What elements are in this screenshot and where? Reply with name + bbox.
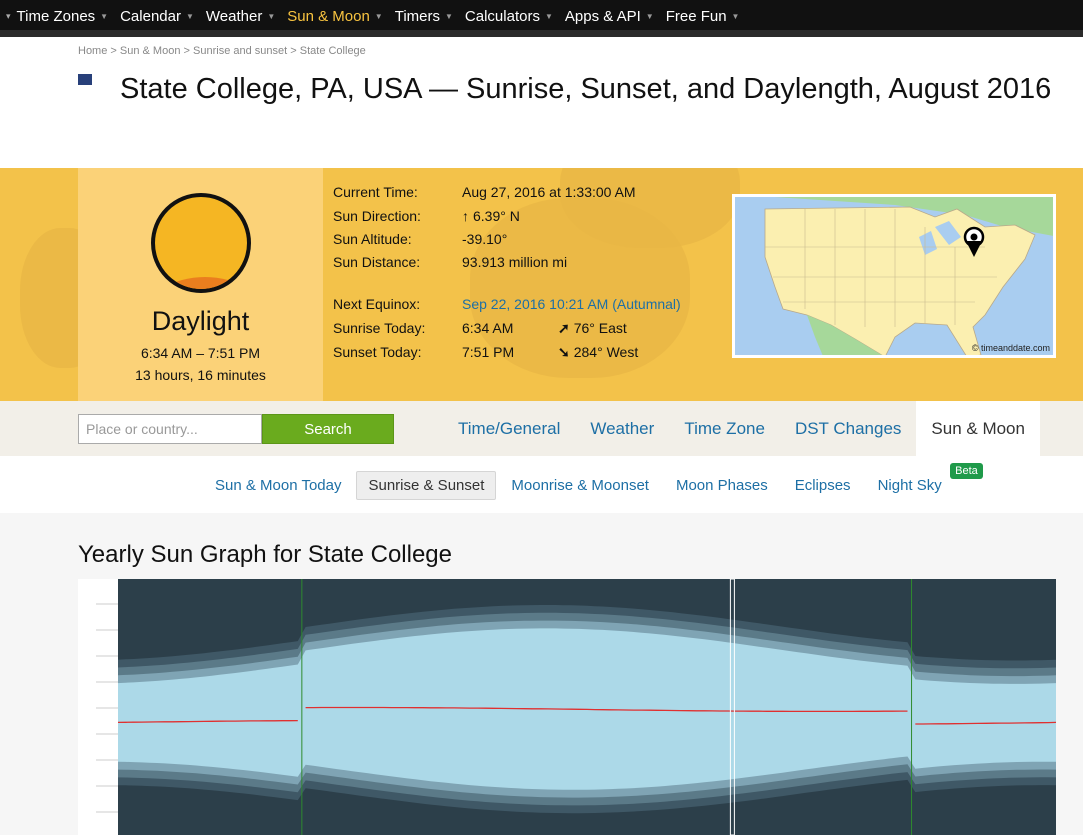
sub-tabs: Sun & Moon Today Sunrise & Sunset Moonri… (203, 463, 983, 500)
chevron-down-icon: ▼ (374, 11, 383, 21)
page-title: State College, PA, USA — Sunrise, Sunset… (78, 68, 1058, 110)
nav-item-timers[interactable]: Timers ▼ (389, 8, 459, 25)
subtab-moonrise-moonset[interactable]: Moonrise & Moonset (499, 471, 661, 500)
sun-icon (151, 193, 251, 293)
sun-status-card: Daylight 6:34 AM – 7:51 PM 13 hours, 16 … (78, 168, 323, 401)
beta-badge: Beta (950, 463, 983, 479)
tab-time-zone[interactable]: Time Zone (669, 401, 780, 456)
search-input[interactable]: Place or country... (78, 414, 262, 444)
breadcrumb-sun-moon[interactable]: Sun & Moon (120, 45, 181, 57)
chevron-down-icon: ▼ (731, 11, 740, 21)
nav-item-apps-api[interactable]: Apps & API ▼ (559, 8, 660, 25)
chevron-down-icon: ▼ (445, 11, 453, 21)
page-header: State College, PA, USA — Sunrise, Sunset… (78, 68, 1058, 110)
sun-graph-plot (78, 579, 1056, 835)
bullet-icon: ▾ (6, 10, 11, 21)
chevron-down-icon: ▼ (185, 11, 194, 21)
breadcrumb-home[interactable]: Home (78, 45, 107, 57)
top-nav-menu: ▾ Time Zones ▼ Calendar ▼ Weather ▼ Sun & Mo… (0, 0, 745, 32)
yearly-sun-graph-section: Yearly Sun Graph for State College 22201… (0, 513, 1083, 835)
y-axis-area (78, 579, 118, 835)
breadcrumb-current: State College (299, 45, 366, 57)
subtab-night-sky[interactable]: Night Sky Beta (866, 463, 983, 500)
tab-time-general[interactable]: Time/General (443, 401, 575, 456)
location-map[interactable]: © timeanddate.com (732, 194, 1056, 358)
daylight-times: 6:34 AM – 7:51 PM (140, 345, 261, 361)
sub-tabs-bar: Sun & Moon Today Sunrise & Sunset Moonri… (0, 456, 1083, 513)
tab-sun-moon[interactable]: Sun & Moon (916, 401, 1040, 456)
day-length: 13 hours, 16 minutes (135, 367, 266, 383)
subtab-sunrise-sunset[interactable]: Sunrise & Sunset (356, 471, 497, 500)
top-nav: ▾ Time Zones ▼ Calendar ▼ Weather ▼ Sun & Mo… (0, 0, 1083, 37)
us-map-graphic (735, 197, 1053, 355)
arrow-west-icon: ➘ (558, 344, 570, 360)
yearly-sun-graph[interactable]: 22201816141210080604 (78, 579, 1056, 835)
equinox-link[interactable]: Sep 22, 2016 10:21 AM (Autumnal) (462, 296, 681, 312)
subtab-sun-moon-today[interactable]: Sun & Moon Today (203, 471, 353, 500)
chevron-down-icon: ▼ (100, 11, 109, 21)
subtab-eclipses[interactable]: Eclipses (783, 471, 863, 500)
arrow-up-icon: ↑ (462, 208, 469, 224)
us-flag-icon (78, 74, 110, 95)
chevron-down-icon: ▼ (267, 11, 276, 21)
nav-item-weather[interactable]: Weather ▼ (200, 8, 281, 25)
nav-item-sun-moon[interactable]: Sun & Moon ▼ (281, 8, 388, 25)
subtab-moon-phases[interactable]: Moon Phases (664, 471, 780, 500)
sun-state: Daylight (151, 306, 250, 336)
search-and-tabs-bar: Place or country... Search Time/General … (0, 401, 1083, 456)
breadcrumb-sunrise-sunset[interactable]: Sunrise and sunset (193, 45, 287, 57)
sun-info-band: Daylight 6:34 AM – 7:51 PM 13 hours, 16 … (0, 168, 1083, 401)
nav-item-calendar[interactable]: Calendar ▼ (114, 8, 200, 25)
search-button[interactable]: Search (262, 414, 394, 444)
nav-item-free-fun[interactable]: Free Fun ▼ (660, 8, 746, 25)
tab-weather[interactable]: Weather (575, 401, 669, 456)
chevron-down-icon: ▼ (645, 11, 654, 21)
map-credit: © timeanddate.com (971, 343, 1050, 353)
graph-title: Yearly Sun Graph for State College (78, 541, 453, 568)
main-tabs: Time/General Weather Time Zone DST Chang… (443, 401, 1040, 456)
tab-dst-changes[interactable]: DST Changes (780, 401, 916, 456)
arrow-east-icon: ➚ (558, 320, 570, 336)
chevron-down-icon: ▼ (544, 11, 553, 21)
breadcrumb: Home > Sun & Moon > Sunrise and sunset >… (78, 45, 366, 57)
nav-item-calculators[interactable]: Calculators ▼ (459, 8, 559, 25)
nav-item-time-zones[interactable]: ▾ Time Zones ▼ (0, 8, 114, 25)
